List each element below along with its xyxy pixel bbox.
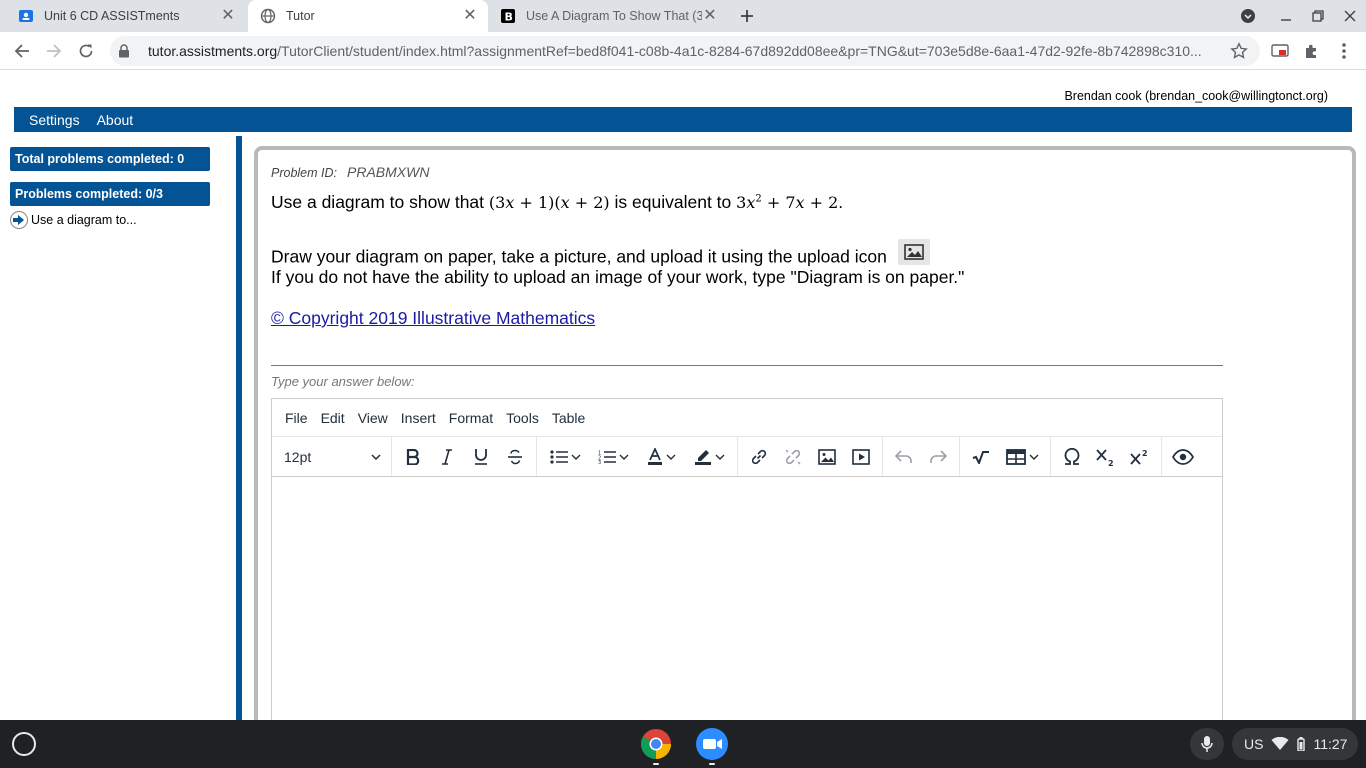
reload-icon[interactable] bbox=[74, 39, 98, 63]
font-size-select[interactable]: 12pt bbox=[272, 437, 392, 476]
sidebar-item-problem[interactable]: Use a diagram to... bbox=[10, 211, 137, 229]
brainly-icon: B bbox=[500, 8, 516, 24]
tab-title: Use A Diagram To Show That (3 bbox=[526, 9, 702, 23]
svg-text:B: B bbox=[505, 11, 513, 24]
sidebar-divider bbox=[236, 136, 242, 720]
running-indicator bbox=[653, 763, 659, 765]
question-text: Use a diagram to show that (3x + 1)(x + … bbox=[271, 192, 844, 212]
copyright-link[interactable]: © Copyright 2019 Illustrative Mathematic… bbox=[271, 308, 595, 329]
browser-toolbar: tutor.assistments.org/TutorClient/studen… bbox=[0, 32, 1366, 70]
running-indicator bbox=[709, 763, 715, 765]
insert-media-icon[interactable] bbox=[844, 440, 878, 474]
close-icon[interactable]: ✕ bbox=[702, 8, 718, 24]
instruction-no-upload: If you do not have the ability to upload… bbox=[271, 267, 965, 287]
app-menu-bar: Settings About bbox=[14, 107, 1352, 132]
editor-menubar: File Edit View Insert Format Tools Table bbox=[272, 399, 1222, 437]
underline-icon[interactable] bbox=[464, 440, 498, 474]
editor-toolbar: 12pt 123 2 2 bbox=[272, 437, 1222, 477]
problem-panel: Problem ID: PRABMXWN Use a diagram to sho… bbox=[254, 146, 1356, 720]
tab-tutor[interactable]: Tutor ✕ bbox=[248, 0, 488, 32]
numbered-list-icon[interactable]: 123 bbox=[589, 440, 637, 474]
svg-text:2: 2 bbox=[1142, 449, 1148, 458]
new-tab-button[interactable] bbox=[735, 4, 759, 28]
page-content: Brendan cook (brendan_cook@willingtonct.… bbox=[0, 71, 1366, 720]
text-color-icon[interactable] bbox=[637, 440, 685, 474]
browser-tab-strip: Unit 6 CD ASSISTments ✕ Tutor ✕ B Use A … bbox=[0, 0, 1366, 32]
bullet-list-icon[interactable] bbox=[541, 440, 589, 474]
battery-icon bbox=[1297, 737, 1306, 751]
about-menu[interactable]: About bbox=[97, 112, 134, 128]
bookmark-star-icon[interactable] bbox=[1230, 42, 1248, 65]
link-icon[interactable] bbox=[742, 440, 776, 474]
lock-icon bbox=[118, 44, 134, 58]
svg-text:2: 2 bbox=[1108, 459, 1114, 466]
status-area[interactable]: US 11:27 bbox=[1232, 728, 1358, 760]
close-icon[interactable]: ✕ bbox=[462, 8, 478, 24]
tab-search-icon[interactable] bbox=[1236, 4, 1260, 28]
minimize-icon[interactable] bbox=[1274, 4, 1298, 28]
answer-prompt: Type your answer below: bbox=[271, 374, 415, 389]
zoom-icon[interactable] bbox=[696, 728, 728, 760]
menu-table[interactable]: Table bbox=[552, 410, 585, 426]
extensions-puzzle-icon[interactable] bbox=[1300, 39, 1324, 63]
wifi-icon bbox=[1271, 737, 1289, 750]
address-bar[interactable]: tutor.assistments.org/TutorClient/studen… bbox=[110, 36, 1260, 66]
expression-expanded: 3x2 + 7x + 2 bbox=[736, 193, 839, 212]
os-shelf: US 11:27 bbox=[0, 720, 1366, 768]
locale-indicator: US bbox=[1244, 736, 1264, 752]
menu-edit[interactable]: Edit bbox=[321, 410, 345, 426]
user-name: Brendan cook (brendan_cook@willingtonct.… bbox=[1064, 89, 1328, 103]
chrome-icon[interactable] bbox=[640, 728, 672, 760]
clock: 11:27 bbox=[1313, 736, 1348, 752]
italic-icon[interactable] bbox=[430, 440, 464, 474]
classroom-icon bbox=[18, 8, 34, 24]
highlight-color-icon[interactable] bbox=[685, 440, 733, 474]
close-icon[interactable]: ✕ bbox=[220, 8, 236, 24]
chevron-down-icon bbox=[371, 453, 381, 460]
menu-view[interactable]: View bbox=[358, 410, 388, 426]
problems-completed-badge: Problems completed: 0/3 bbox=[10, 182, 210, 206]
problem-id: Problem ID: PRABMXWN bbox=[271, 164, 430, 180]
tab-unit6[interactable]: Unit 6 CD ASSISTments ✕ bbox=[6, 0, 246, 32]
math-equation-icon[interactable] bbox=[964, 440, 998, 474]
tab-diagram[interactable]: B Use A Diagram To Show That (3 ✕ bbox=[488, 0, 728, 32]
menu-tools[interactable]: Tools bbox=[506, 410, 539, 426]
back-icon[interactable] bbox=[10, 39, 34, 63]
tab-title: Tutor bbox=[286, 9, 315, 23]
more-menu-icon[interactable] bbox=[1332, 39, 1356, 63]
launcher-icon[interactable] bbox=[12, 732, 36, 756]
divider bbox=[271, 365, 1223, 366]
unlink-icon[interactable] bbox=[776, 440, 810, 474]
subscript-icon[interactable]: 2 bbox=[1089, 440, 1123, 474]
arrow-right-icon bbox=[10, 211, 28, 229]
forward-icon[interactable] bbox=[42, 39, 66, 63]
svg-text:3: 3 bbox=[598, 460, 601, 464]
menu-format[interactable]: Format bbox=[449, 410, 493, 426]
total-completed-badge: Total problems completed: 0 bbox=[10, 147, 210, 171]
cast-icon[interactable] bbox=[1268, 39, 1292, 63]
upload-image-icon[interactable] bbox=[897, 239, 930, 265]
url-text: tutor.assistments.org/TutorClient/studen… bbox=[148, 43, 1202, 59]
answer-textarea[interactable] bbox=[272, 478, 1222, 720]
settings-menu[interactable]: Settings bbox=[29, 112, 80, 128]
redo-icon[interactable] bbox=[921, 440, 955, 474]
menu-file[interactable]: File bbox=[285, 410, 308, 426]
expression-factored: (3x + 1)(x + 2) bbox=[488, 193, 610, 212]
tab-title: Unit 6 CD ASSISTments bbox=[44, 9, 180, 23]
table-icon[interactable] bbox=[998, 440, 1046, 474]
microphone-icon[interactable] bbox=[1190, 728, 1224, 760]
superscript-icon[interactable]: 2 bbox=[1123, 440, 1157, 474]
close-window-icon[interactable] bbox=[1338, 4, 1362, 28]
bold-icon[interactable] bbox=[396, 440, 430, 474]
preview-eye-icon[interactable] bbox=[1166, 440, 1200, 474]
strikethrough-icon[interactable] bbox=[498, 440, 532, 474]
menu-insert[interactable]: Insert bbox=[401, 410, 436, 426]
problem-link-label: Use a diagram to... bbox=[31, 213, 137, 227]
undo-icon[interactable] bbox=[887, 440, 921, 474]
rich-text-editor: File Edit View Insert Format Tools Table… bbox=[271, 398, 1223, 720]
insert-image-icon[interactable] bbox=[810, 440, 844, 474]
special-character-icon[interactable] bbox=[1055, 440, 1089, 474]
restore-icon[interactable] bbox=[1306, 4, 1330, 28]
globe-icon bbox=[260, 8, 276, 24]
